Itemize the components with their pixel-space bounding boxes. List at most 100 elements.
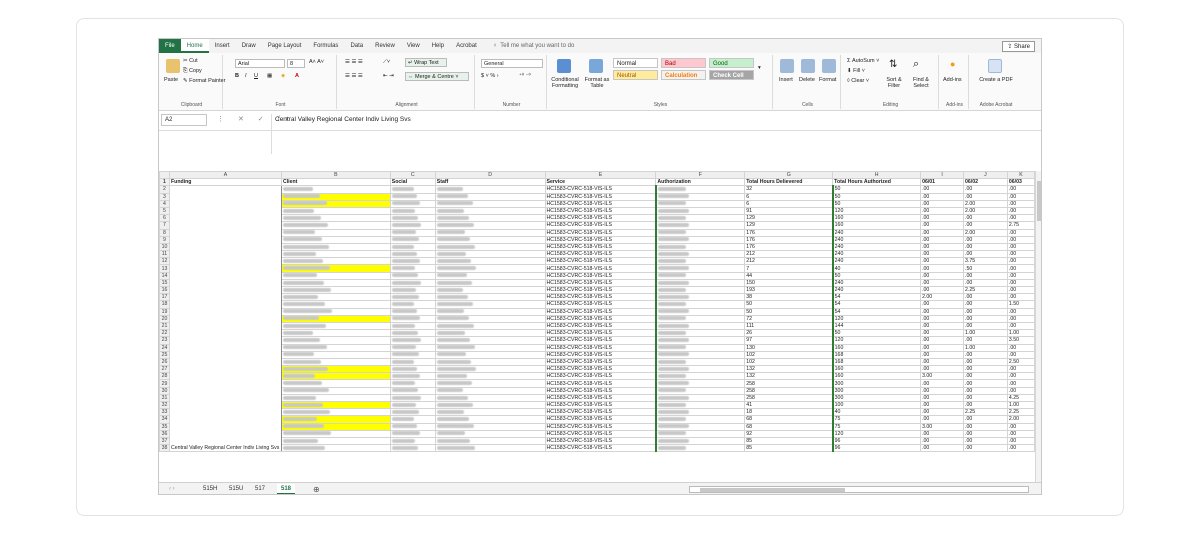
- social-cell[interactable]: [389, 400, 436, 410]
- client-cell[interactable]: [280, 192, 391, 201]
- day-0601-cell[interactable]: .00: [920, 264, 964, 273]
- total-delivered-cell[interactable]: 91: [744, 206, 834, 216]
- merge-centre-button[interactable]: ⇔ Merge & Centre ˅: [405, 72, 469, 81]
- column-header-h[interactable]: H: [832, 171, 922, 180]
- day-0603-cell[interactable]: .00: [1006, 386, 1035, 395]
- tab-help[interactable]: Help: [426, 39, 450, 53]
- day-0601-cell[interactable]: .00: [920, 400, 964, 410]
- share-button[interactable]: ⇪ Share: [1002, 41, 1035, 52]
- add-sheet-button[interactable]: ⊕: [309, 484, 324, 494]
- style-normal[interactable]: Normal: [613, 58, 658, 68]
- day-0602-cell[interactable]: .00: [963, 444, 1008, 453]
- sort-filter-button[interactable]: Sort & Filter: [881, 77, 907, 89]
- staff-cell[interactable]: [434, 350, 546, 359]
- client-cell[interactable]: [280, 257, 391, 266]
- day-0601-cell[interactable]: .00: [920, 329, 964, 338]
- client-cell[interactable]: [280, 242, 391, 252]
- staff-cell[interactable]: [434, 314, 546, 323]
- service-cell[interactable]: HC1583-CVRC-518-VIS-ILS: [544, 250, 657, 259]
- total-delivered-cell[interactable]: 6: [744, 199, 834, 208]
- row-header[interactable]: 16: [159, 285, 170, 295]
- service-cell[interactable]: HC1583-CVRC-518-VIS-ILS: [544, 285, 657, 295]
- service-cell[interactable]: HC1583-CVRC-518-VIS-ILS: [544, 436, 657, 446]
- total-authorized-cell[interactable]: 50: [831, 271, 922, 280]
- vertical-scrollbar[interactable]: [1035, 171, 1041, 482]
- total-delivered-cell[interactable]: 68: [744, 415, 834, 424]
- service-cell[interactable]: HC1583-CVRC-518-VIS-ILS: [544, 199, 657, 208]
- social-cell[interactable]: [389, 264, 436, 273]
- social-cell[interactable]: [389, 221, 436, 230]
- staff-cell[interactable]: [434, 343, 546, 352]
- find-select-button[interactable]: Find & Select: [907, 77, 935, 89]
- staff-cell[interactable]: [434, 436, 546, 446]
- authorization-cell[interactable]: [654, 393, 746, 403]
- tab-draw[interactable]: Draw: [236, 39, 262, 53]
- client-cell[interactable]: [280, 444, 391, 453]
- header-cell-d[interactable]: Staff: [434, 178, 546, 187]
- day-0601-cell[interactable]: .00: [920, 386, 964, 395]
- total-delivered-cell[interactable]: 97: [744, 336, 834, 345]
- total-delivered-cell[interactable]: 92: [744, 429, 834, 438]
- day-0601-cell[interactable]: .00: [920, 250, 964, 259]
- client-cell[interactable]: [280, 285, 391, 295]
- total-authorized-cell[interactable]: 54: [831, 293, 922, 302]
- underline-button[interactable]: U: [254, 73, 258, 79]
- row-header[interactable]: 4: [159, 199, 170, 208]
- day-0603-cell[interactable]: .00: [1006, 321, 1035, 331]
- day-0602-cell[interactable]: 1.00: [963, 343, 1008, 352]
- social-cell[interactable]: [389, 300, 436, 309]
- total-delivered-cell[interactable]: 50: [744, 307, 834, 316]
- funding-cell[interactable]: Central Valley Regional Center Indiv Liv…: [168, 185, 282, 453]
- day-0603-cell[interactable]: 3.50: [1006, 336, 1035, 345]
- prev-sheet-arrow[interactable]: ‹ ›: [165, 484, 179, 494]
- authorization-cell[interactable]: [654, 250, 746, 259]
- staff-cell[interactable]: [434, 307, 546, 316]
- total-authorized-cell[interactable]: 50: [831, 199, 922, 208]
- authorization-cell[interactable]: [654, 372, 746, 381]
- sheet-tab-518[interactable]: 518: [277, 484, 296, 494]
- authorization-cell[interactable]: [654, 293, 746, 302]
- day-0602-cell[interactable]: 2.00: [963, 199, 1008, 208]
- authorization-cell[interactable]: [654, 221, 746, 230]
- day-0601-cell[interactable]: .00: [920, 408, 964, 417]
- day-0603-cell[interactable]: 1.00: [1006, 400, 1035, 410]
- social-cell[interactable]: [389, 228, 436, 237]
- total-authorized-cell[interactable]: 160: [831, 214, 922, 223]
- social-cell[interactable]: [389, 386, 436, 395]
- authorization-cell[interactable]: [654, 422, 746, 431]
- total-delivered-cell[interactable]: 176: [744, 235, 834, 244]
- day-0602-cell[interactable]: 2.00: [963, 206, 1008, 216]
- total-authorized-cell[interactable]: 160: [831, 372, 922, 381]
- client-cell[interactable]: [280, 329, 391, 338]
- day-0603-cell[interactable]: .00: [1006, 185, 1035, 194]
- service-cell[interactable]: HC1583-CVRC-518-VIS-ILS: [544, 264, 657, 273]
- day-0603-cell[interactable]: .00: [1006, 422, 1035, 431]
- total-delivered-cell[interactable]: 102: [744, 350, 834, 359]
- service-cell[interactable]: HC1583-CVRC-518-VIS-ILS: [544, 357, 657, 367]
- staff-cell[interactable]: [434, 408, 546, 417]
- staff-cell[interactable]: [434, 444, 546, 453]
- header-cell-h[interactable]: Total Hours Authorized: [832, 178, 922, 187]
- service-cell[interactable]: HC1583-CVRC-518-VIS-ILS: [544, 422, 657, 431]
- authorization-cell[interactable]: [654, 314, 746, 323]
- staff-cell[interactable]: [434, 199, 546, 208]
- authorization-cell[interactable]: [654, 336, 746, 345]
- day-0601-cell[interactable]: .00: [920, 393, 964, 403]
- total-delivered-cell[interactable]: 212: [744, 257, 834, 266]
- social-cell[interactable]: [389, 336, 436, 345]
- staff-cell[interactable]: [434, 321, 546, 331]
- client-cell[interactable]: [280, 422, 391, 431]
- bold-button[interactable]: B: [235, 73, 239, 79]
- day-0601-cell[interactable]: .00: [920, 235, 964, 244]
- day-0601-cell[interactable]: .00: [920, 278, 964, 288]
- day-0603-cell[interactable]: .00: [1006, 314, 1035, 323]
- total-authorized-cell[interactable]: 120: [831, 206, 922, 216]
- day-0603-cell[interactable]: .00: [1006, 242, 1035, 252]
- row-header[interactable]: 31: [159, 393, 170, 403]
- row-header[interactable]: 7: [159, 221, 170, 230]
- row-header[interactable]: 13: [159, 264, 170, 273]
- authorization-cell[interactable]: [654, 264, 746, 273]
- day-0601-cell[interactable]: .00: [920, 300, 964, 309]
- tab-page-layout[interactable]: Page Layout: [262, 39, 308, 53]
- column-header-i[interactable]: I: [920, 171, 964, 180]
